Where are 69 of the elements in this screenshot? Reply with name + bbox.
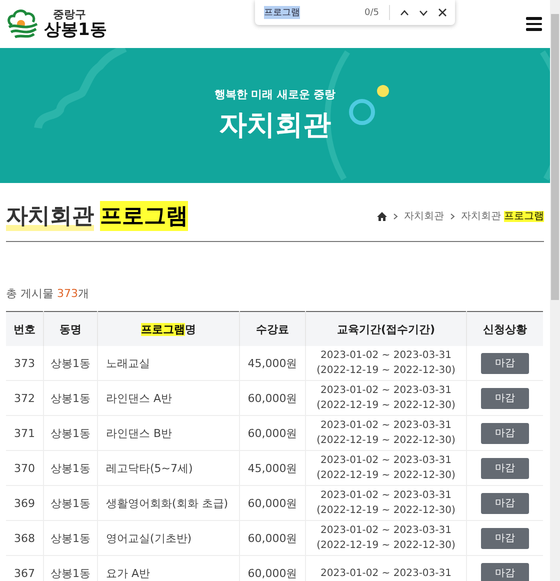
table-cell: 60,000원 <box>240 520 306 556</box>
column-header: 번호 <box>6 312 44 346</box>
table-cell: 367 <box>6 556 44 581</box>
post-count: 총 게시물 373개 <box>6 286 90 301</box>
column-header: 신청상황 <box>466 312 543 346</box>
column-header: 수강료 <box>240 312 306 346</box>
district-name: 중랑구 <box>52 8 87 21</box>
home-icon[interactable] <box>376 212 387 220</box>
table-cell: 상봉1동 <box>44 486 98 520</box>
table-cell: 45,000원 <box>240 346 306 380</box>
match-count: 0/5 <box>364 8 379 18</box>
closed-button[interactable]: 마감 <box>481 458 529 478</box>
table-cell: 상봉1동 <box>44 416 98 450</box>
table-cell: 60,000원 <box>240 556 306 581</box>
menu-icon[interactable] <box>526 15 542 33</box>
office-name: 상봉1동 <box>44 20 107 40</box>
page-title: 자치회관 프로그램 <box>6 201 188 231</box>
table-cell: 2023-01-02 ~ 2023-03-31 (2022-12-19 ~ 2022-12-30) <box>306 380 466 416</box>
dot-icon <box>377 85 389 97</box>
table-cell: 상봉1동 <box>44 450 98 486</box>
table-cell: 2023-01-02 ~ 2023-03-31 (2022-12-19 ~ 2022-12-30) <box>306 486 466 520</box>
chevron-down-icon[interactable] <box>419 10 428 16</box>
table-cell: 2023-01-02 ~ 2023-03-31 <box>306 556 466 581</box>
ring-icon <box>349 99 375 125</box>
table-cell: 라인댄스 B반 <box>98 416 240 450</box>
find-query[interactable]: 프로그램 <box>264 6 300 19</box>
table-cell: 368 <box>6 520 44 556</box>
table-cell: 레고닥타(5~7세) <box>98 450 240 486</box>
table-cell: 60,000원 <box>240 380 306 416</box>
table-cell: 370 <box>6 450 44 486</box>
closed-button[interactable]: 마감 <box>481 562 529 581</box>
chevron-icon <box>392 212 398 220</box>
table-cell: 상봉1동 <box>44 556 98 581</box>
table-cell: 생활영어회화(회화 초급) <box>98 486 240 520</box>
table-cell: 371 <box>6 416 44 450</box>
table-cell: 60,000원 <box>240 416 306 450</box>
table-cell: 상봉1동 <box>44 520 98 556</box>
logo-icon <box>6 9 40 39</box>
table-cell: 상봉1동 <box>44 380 98 416</box>
column-header: 프로그램명 <box>98 312 240 346</box>
table-cell: 2023-01-02 ~ 2023-03-31 (2022-12-19 ~ 2022-12-30) <box>306 450 466 486</box>
closed-button[interactable]: 마감 <box>481 528 529 548</box>
table-cell: 60,000원 <box>240 486 306 520</box>
closed-button[interactable]: 마감 <box>481 422 529 444</box>
column-header: 동명 <box>44 312 98 346</box>
banner-subtitle: 행복한 미래 새로운 중랑 <box>214 87 336 102</box>
scrollbar[interactable] <box>550 0 560 581</box>
chevron-icon <box>450 212 455 220</box>
close-icon[interactable] <box>438 8 447 17</box>
table-cell: 45,000원 <box>240 450 306 486</box>
table-cell: 2023-01-02 ~ 2023-03-31 (2022-12-19 ~ 2022-12-30) <box>306 520 466 556</box>
closed-button[interactable]: 마감 <box>481 492 529 514</box>
closed-button[interactable]: 마감 <box>481 388 529 408</box>
table-cell: 영어교실(기초반) <box>98 520 240 556</box>
chevron-up-icon[interactable] <box>400 10 409 16</box>
table-cell: 2023-01-02 ~ 2023-03-31 (2022-12-19 ~ 2022-12-30) <box>306 346 466 380</box>
breadcrumb-link[interactable]: 자치회관 프로그램 <box>460 209 544 223</box>
table-cell: 라인댄스 A반 <box>98 380 240 416</box>
table-cell: 369 <box>6 486 44 520</box>
table-cell: 2023-01-02 ~ 2023-03-31 (2022-12-19 ~ 2022-12-30) <box>306 416 466 450</box>
banner-title: 자치회관 <box>219 107 331 143</box>
closed-button[interactable]: 마감 <box>481 352 529 374</box>
table-cell: 요가 A반 <box>98 556 240 581</box>
table-cell: 373 <box>6 346 44 380</box>
column-header: 교육기간(접수기간) <box>306 312 466 346</box>
table-cell: 372 <box>6 380 44 416</box>
table-cell: 노래교실 <box>98 346 240 380</box>
table-cell: 상봉1동 <box>44 346 98 380</box>
breadcrumb-link[interactable]: 자치회관 <box>404 209 444 223</box>
